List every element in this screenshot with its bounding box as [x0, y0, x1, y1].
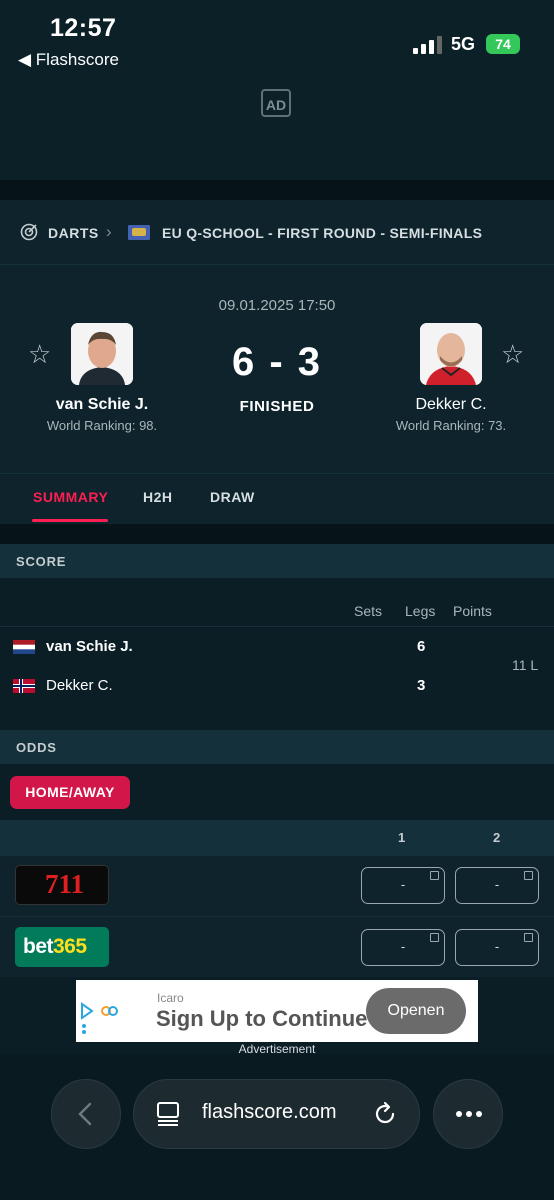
odds-section-header: [0, 730, 554, 764]
odds-button-bet365-home[interactable]: -: [361, 929, 445, 966]
external-link-icon: [524, 933, 533, 942]
column-sets: Sets: [354, 603, 383, 619]
odds-value: -: [494, 877, 500, 892]
norway-flag-icon: [13, 679, 35, 693]
home-player-ranking: World Ranking: 98.: [46, 418, 158, 433]
odds-button-bet365-away[interactable]: -: [455, 929, 539, 966]
ad-badge: AD: [261, 89, 291, 117]
odds-column-1: 1: [398, 830, 406, 845]
divider: [0, 180, 554, 200]
tab-h2h[interactable]: H2H: [143, 489, 173, 505]
bookmaker-711-label: 711: [45, 869, 85, 899]
bookmaker-bet365-label: bet365: [23, 935, 87, 958]
odds-column-header: [0, 820, 554, 856]
column-legs: Legs: [405, 603, 436, 619]
bookmaker-bet365-logo[interactable]: bet365: [15, 927, 109, 967]
bookmaker-711-logo[interactable]: 711: [15, 865, 109, 905]
tab-summary[interactable]: SUMMARY: [33, 489, 108, 505]
odds-button-711-away[interactable]: -: [455, 867, 539, 904]
external-link-icon: [430, 933, 439, 942]
odds-column-2: 2: [493, 830, 501, 845]
breadcrumb-competition-link[interactable]: EU Q-SCHOOL - FIRST ROUND - SEMI-FINALS: [162, 225, 482, 241]
chevron-right-icon: ›: [106, 222, 112, 241]
away-player-photo: [420, 323, 482, 385]
reader-mode-icon[interactable]: [156, 1101, 180, 1127]
world-flag-icon: [128, 225, 150, 240]
odds-tab-home-away[interactable]: HOME/AWAY: [10, 776, 130, 809]
reload-icon[interactable]: [372, 1101, 398, 1127]
odds-button-711-home[interactable]: -: [361, 867, 445, 904]
score-section-title: SCORE: [16, 554, 67, 569]
network-type: 5G: [451, 34, 476, 54]
chevron-left-icon: [78, 1102, 92, 1126]
banner-headline: Sign Up to Continue: [156, 1006, 368, 1031]
odds-value: -: [400, 877, 406, 892]
column-points: Points: [453, 603, 492, 619]
score-row-home-name[interactable]: van Schie J.: [46, 638, 133, 655]
browser-more-button[interactable]: [433, 1079, 503, 1149]
away-player-ranking: World Ranking: 73.: [395, 418, 507, 433]
ad-choices-icon: [81, 1002, 118, 1020]
breadcrumb-sport-link[interactable]: DARTS: [48, 225, 99, 241]
score-section-header: [0, 544, 554, 578]
more-dots-icon: [456, 1111, 482, 1117]
banner-cta-button[interactable]: Openen: [366, 988, 466, 1034]
favorite-star-icon-away[interactable]: ☆: [501, 339, 524, 370]
battery-icon: 74: [486, 34, 520, 54]
signal-icon: [413, 36, 443, 54]
avatar-away[interactable]: [420, 323, 482, 385]
banner-ad[interactable]: Icaro Sign Up to Continue Openen: [76, 980, 478, 1042]
status-time: 12:57: [50, 14, 117, 42]
external-link-icon: [524, 871, 533, 880]
url-text[interactable]: flashscore.com: [202, 1101, 337, 1124]
odds-value: -: [400, 939, 406, 954]
points-extra: 11 L: [512, 657, 539, 673]
divider: [0, 524, 554, 544]
back-to-app-link[interactable]: ◀ Flashscore: [18, 50, 119, 70]
match-datetime: 09.01.2025 17:50: [218, 297, 336, 314]
banner-brand: Icaro: [157, 991, 184, 1005]
netherlands-flag-icon: [13, 640, 35, 654]
browser-back-button[interactable]: [51, 1079, 121, 1149]
score-row-away-legs: 3: [417, 677, 426, 694]
tab-draw[interactable]: DRAW: [210, 489, 255, 505]
darts-target-icon: [20, 223, 38, 241]
ad-dots-icon: [82, 1024, 86, 1040]
score-row-home-legs: 6: [417, 638, 426, 655]
odds-value: -: [494, 939, 500, 954]
away-player-name[interactable]: Dekker C.: [366, 396, 536, 414]
row-divider: [0, 626, 554, 627]
odds-section-title: ODDS: [16, 740, 57, 755]
active-tab-indicator: [32, 519, 108, 522]
score-row-away-name[interactable]: Dekker C.: [46, 677, 113, 694]
external-link-icon: [430, 871, 439, 880]
